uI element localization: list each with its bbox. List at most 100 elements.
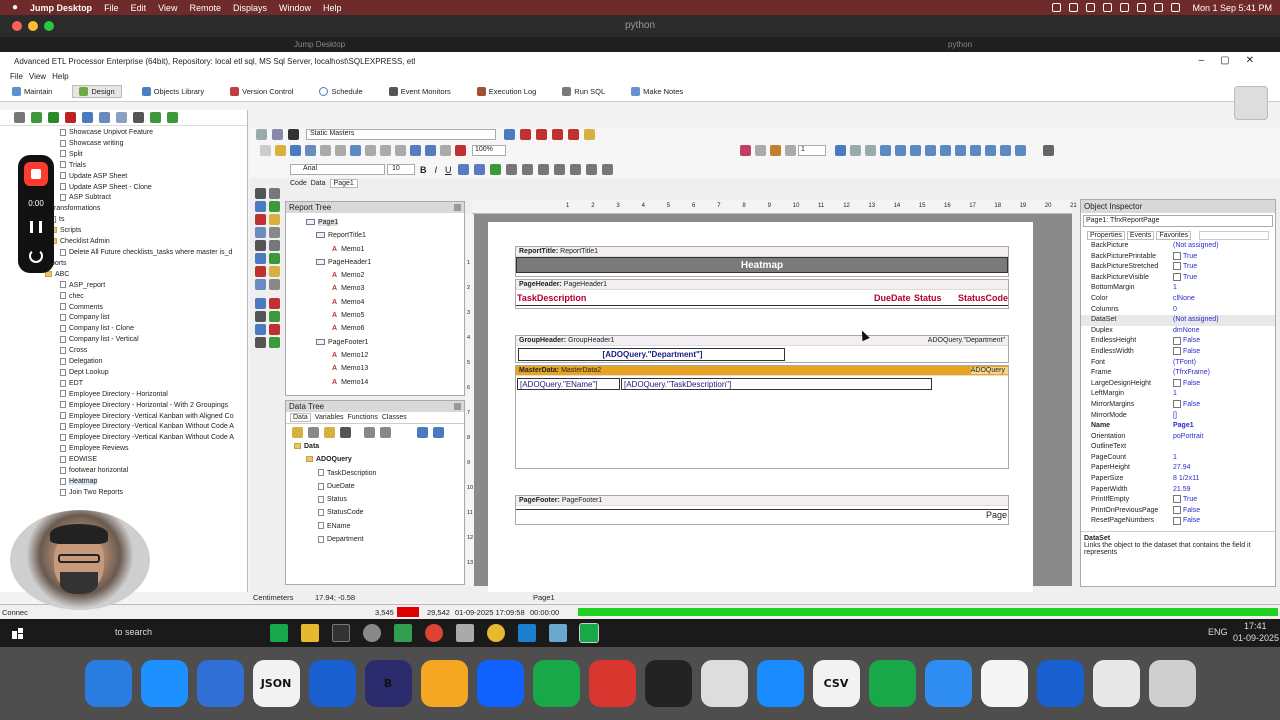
bookmarks-icon[interactable] (196, 660, 244, 707)
report-tree-node[interactable]: A Memo3 (286, 282, 464, 295)
close-panel-icon[interactable] (454, 403, 461, 410)
palette-tool-icon[interactable] (268, 201, 280, 212)
preview-icon[interactable] (271, 128, 283, 140)
report-page[interactable]: ReportTitle: ReportTitle1 Heatmap PageHea… (488, 222, 1033, 592)
align-icon[interactable] (940, 145, 951, 156)
style-icon[interactable] (490, 164, 502, 175)
tree-item[interactable]: Heatmap (0, 477, 247, 488)
justify-icon[interactable] (554, 164, 566, 175)
menu-extra-icon[interactable] (1103, 3, 1113, 12)
align-icon[interactable] (970, 145, 981, 156)
property-row[interactable]: Columns 0 (1081, 305, 1275, 316)
property-row[interactable]: ResetPageNumbers False (1081, 516, 1275, 527)
tree-item[interactable]: Employee Directory - Horizontal (0, 390, 247, 401)
etl-green-icon[interactable] (532, 660, 580, 707)
property-value[interactable]: 21.59 (1173, 485, 1275, 496)
palette-tool-icon[interactable] (254, 240, 266, 251)
subtab-page1[interactable]: Page1 (329, 179, 358, 188)
property-value[interactable]: poPortrait (1173, 432, 1275, 443)
property-value[interactable]: 8 1/2x11 (1173, 474, 1275, 485)
report-tree-node[interactable]: A Memo5 (286, 309, 464, 322)
palette-tool-icon[interactable] (268, 324, 280, 335)
property-value[interactable]: clNone (1173, 294, 1275, 305)
header-memo-statuscode[interactable]: StatusCode (958, 293, 1008, 303)
report-icon[interactable] (552, 128, 563, 140)
data-root-node[interactable]: Data (294, 440, 464, 453)
report-tree-node[interactable]: A Memo1 (286, 243, 464, 256)
list-icon[interactable] (380, 426, 391, 438)
palette-tool-icon[interactable] (268, 214, 280, 225)
ename-memo[interactable]: [ADOQuery."EName"] (517, 378, 620, 390)
page-header-band[interactable]: PageHeader: PageHeader1 TaskDescription D… (515, 279, 1009, 309)
property-row[interactable]: LargeDesignHeight False (1081, 379, 1275, 390)
master-data-band[interactable]: MasterData: MasterData2 ADOQuery [ADOQuery… (515, 365, 1009, 469)
mac-menu-remote[interactable]: Remote (189, 3, 221, 13)
property-row[interactable]: PageCount 1 (1081, 453, 1275, 464)
masters-combo[interactable]: Static Masters (306, 128, 496, 140)
open-icon[interactable] (274, 145, 286, 156)
tree-item[interactable]: EDT (0, 379, 247, 390)
tree-item[interactable]: Showcase writing (0, 139, 247, 150)
properties-icon[interactable] (13, 112, 25, 123)
tab-run-sql[interactable]: Run SQL (556, 86, 611, 97)
taskdescription-memo[interactable]: [ADOQuery."TaskDescription"] (621, 378, 932, 390)
tab-schedule[interactable]: Schedule (313, 86, 368, 97)
copy-icon[interactable] (379, 145, 391, 156)
property-value[interactable]: False (1173, 400, 1275, 411)
subtab-data[interactable]: Data (311, 180, 326, 187)
property-row[interactable]: OutlineText (1081, 442, 1275, 453)
property-value[interactable]: False (1173, 516, 1275, 527)
tab-objects-library[interactable]: Objects Library (136, 86, 210, 97)
tree-item[interactable]: Employee Directory - Horizontal - With 2… (0, 401, 247, 412)
data-field-node[interactable]: TaskDescription (294, 467, 464, 480)
italic-button[interactable]: I (432, 165, 441, 175)
property-value[interactable] (1173, 442, 1275, 453)
paste-icon[interactable] (115, 112, 127, 123)
close-panel-icon[interactable] (454, 204, 461, 211)
cut-icon[interactable] (364, 145, 376, 156)
tool-icon[interactable] (319, 145, 331, 156)
taskbar-paw-icon[interactable] (486, 624, 505, 642)
page-settings-icon[interactable] (255, 128, 267, 140)
property-row[interactable]: MirrorMargins False (1081, 400, 1275, 411)
property-row[interactable]: LeftMargin 1 (1081, 389, 1275, 400)
tree-item[interactable]: Company list (0, 313, 247, 324)
department-memo[interactable]: [ADOQuery."Department"] (518, 348, 785, 361)
app-menu-view[interactable]: View (29, 72, 46, 81)
align-icon[interactable] (955, 145, 966, 156)
align-icon[interactable] (895, 145, 906, 156)
property-row[interactable]: Duplex dmNone (1081, 326, 1275, 337)
palette-tool-icon[interactable] (254, 201, 266, 212)
print-icon[interactable] (304, 145, 316, 156)
mac-menu-displays[interactable]: Displays (233, 3, 267, 13)
property-value[interactable]: 1 (1173, 453, 1275, 464)
tab-maintain[interactable]: Maintain (6, 86, 58, 97)
property-value[interactable]: (TfrxFrame) (1173, 368, 1275, 379)
1password-icon[interactable] (308, 660, 356, 707)
bold-button[interactable]: B (417, 165, 430, 175)
refresh-icon[interactable] (339, 426, 351, 438)
property-row[interactable]: PaperHeight 27.94 (1081, 463, 1275, 474)
highlight-icon[interactable] (474, 164, 486, 175)
palette-tool-icon[interactable] (254, 227, 266, 238)
folder-icon[interactable] (291, 426, 303, 438)
property-value[interactable]: dmNone (1173, 326, 1275, 337)
property-value[interactable]: True (1173, 273, 1275, 284)
add-dataset-icon[interactable] (323, 426, 335, 438)
app-menu-help[interactable]: Help (52, 72, 68, 81)
find-icon[interactable] (349, 145, 361, 156)
taskbar-app-icon[interactable] (548, 624, 567, 642)
align-icon[interactable] (850, 145, 861, 156)
subtab-code[interactable]: Code (290, 180, 307, 187)
property-value[interactable]: True (1173, 262, 1275, 273)
menu-extra-icon[interactable] (1086, 3, 1096, 12)
inspector-object-combo[interactable]: Page1: TfrxReportPage (1083, 215, 1273, 227)
window-controls[interactable]: –▢✕ (1199, 55, 1270, 66)
app-store-icon[interactable] (756, 660, 804, 707)
tree-item[interactable]: EOWISE (0, 455, 247, 466)
palette-tool-icon[interactable] (254, 253, 266, 264)
inspector-tab-properties[interactable]: Properties (1087, 230, 1125, 240)
palette-tool-icon[interactable] (268, 298, 280, 309)
dataset-node[interactable]: ADOQuery (294, 453, 464, 466)
zoom-combo[interactable]: 100% (472, 145, 506, 156)
